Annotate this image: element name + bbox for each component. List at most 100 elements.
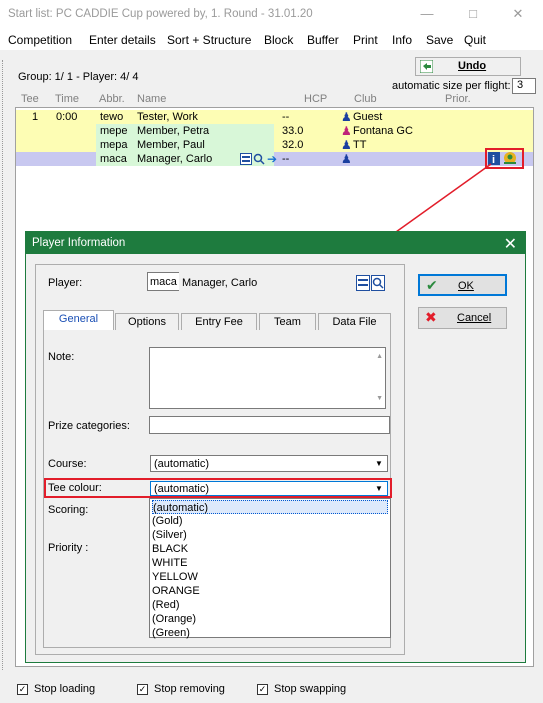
list-item[interactable]: (Green) bbox=[152, 626, 388, 639]
cell-hcp: 32.0 bbox=[282, 139, 304, 151]
player-abbr-field[interactable]: maca bbox=[147, 272, 179, 291]
tab-data-file-label: Data File bbox=[332, 316, 377, 328]
tee-colour-label: Tee colour: bbox=[48, 482, 102, 494]
course-label: Course: bbox=[48, 458, 87, 470]
list-item[interactable]: (Gold) bbox=[152, 514, 388, 528]
stop-swapping-checkbox[interactable]: ✓ bbox=[257, 684, 268, 695]
tab-team[interactable]: Team bbox=[259, 313, 316, 330]
card-search-icon[interactable] bbox=[356, 275, 386, 291]
tab-team-label: Team bbox=[274, 316, 301, 328]
tab-entry-fee-label: Entry Fee bbox=[195, 316, 243, 328]
player-abbr: maca bbox=[150, 276, 177, 288]
col-name[interactable]: Name bbox=[137, 93, 166, 105]
window-title: Start list: PC CADDIE Cup powered by, 1.… bbox=[8, 8, 313, 20]
cell-club: Guest bbox=[353, 111, 383, 123]
menu-bar: Competition Enter details Sort + Structu… bbox=[0, 30, 543, 50]
list-item[interactable]: WHITE bbox=[152, 556, 388, 570]
list-item[interactable]: YELLOW bbox=[152, 570, 388, 584]
title-bar: Start list: PC CADDIE Cup powered by, 1.… bbox=[0, 0, 543, 30]
dialog-close-icon[interactable]: ✕ bbox=[504, 234, 517, 254]
group-player-counter: Group: 1/ 1 - Player: 4/ 4 bbox=[18, 71, 139, 83]
cell-abbr: tewo bbox=[100, 111, 124, 123]
list-item[interactable]: ORANGE bbox=[152, 584, 388, 598]
stop-removing-checkbox[interactable]: ✓ bbox=[137, 684, 148, 695]
col-prior[interactable]: Prior. bbox=[445, 93, 471, 105]
dialog-title: Player Information bbox=[32, 237, 126, 249]
arrow-right-icon[interactable]: ➔ bbox=[267, 152, 277, 166]
card-search-icon[interactable] bbox=[240, 153, 266, 165]
list-item[interactable]: (Red) bbox=[152, 598, 388, 612]
splitter[interactable] bbox=[0, 60, 3, 670]
player-label: Player: bbox=[48, 277, 83, 289]
menu-save[interactable]: Save bbox=[426, 33, 453, 47]
chevron-down-icon[interactable]: ▼ bbox=[372, 482, 386, 496]
undo-button[interactable]: Undo bbox=[415, 57, 521, 76]
list-item[interactable]: (automatic) bbox=[152, 500, 388, 514]
priority-label: Priority : bbox=[48, 542, 89, 554]
undo-icon bbox=[420, 60, 433, 73]
close-button[interactable]: ✕ bbox=[508, 4, 528, 24]
stop-loading-checkbox[interactable]: ✓ bbox=[17, 684, 28, 695]
dialog-title-bar: Player Information ✕ bbox=[26, 232, 525, 254]
tab-general-label: General bbox=[58, 313, 99, 325]
tee-colour-value: (automatic) bbox=[154, 483, 210, 495]
male-icon: ♟ bbox=[341, 138, 352, 152]
list-item[interactable]: (Silver) bbox=[152, 528, 388, 542]
cell-tee: 1 bbox=[32, 111, 39, 123]
tab-options[interactable]: Options bbox=[115, 313, 179, 330]
course-value: (automatic) bbox=[154, 458, 210, 470]
auto-size-input[interactable]: 3 bbox=[512, 78, 536, 94]
course-dropdown[interactable]: (automatic) ▼ bbox=[150, 455, 388, 472]
prize-categories-field[interactable] bbox=[149, 416, 390, 434]
tee-colour-list[interactable]: (automatic) (Gold) (Silver) BLACK WHITE … bbox=[149, 498, 391, 639]
cell-name: Manager, Carlo bbox=[137, 153, 213, 165]
col-time[interactable]: Time bbox=[55, 93, 79, 105]
cell-name: Member, Petra bbox=[137, 125, 210, 137]
undo-label: Undo bbox=[458, 60, 487, 72]
menu-info[interactable]: Info bbox=[392, 33, 412, 47]
table-row[interactable]: mepa Member, Paul 32.0 ♟ TT bbox=[16, 138, 533, 152]
player-name: Manager, Carlo bbox=[182, 277, 258, 289]
menu-block[interactable]: Block bbox=[264, 33, 293, 47]
menu-buffer[interactable]: Buffer bbox=[307, 33, 339, 47]
female-icon: ♟ bbox=[341, 124, 352, 138]
menu-competition[interactable]: Competition bbox=[8, 33, 72, 47]
menu-sort-structure[interactable]: Sort + Structure bbox=[167, 33, 251, 47]
col-abbr[interactable]: Abbr. bbox=[99, 93, 125, 105]
cancel-label: Cancel bbox=[457, 312, 492, 324]
col-club[interactable]: Club bbox=[354, 93, 377, 105]
cell-abbr: maca bbox=[100, 153, 127, 165]
cancel-button[interactable]: ✖ Cancel bbox=[418, 307, 507, 329]
cell-hcp: 33.0 bbox=[282, 125, 304, 137]
check-icon: ✔ bbox=[426, 277, 438, 293]
note-field[interactable]: ▲ ▼ bbox=[149, 347, 386, 409]
cell-time: 0:00 bbox=[56, 111, 78, 123]
col-hcp[interactable]: HCP bbox=[304, 93, 327, 105]
auto-size-label: automatic size per flight: bbox=[392, 80, 511, 92]
tab-options-label: Options bbox=[128, 316, 166, 328]
table-row[interactable]: mepe Member, Petra 33.0 ♟ Fontana GC bbox=[16, 124, 533, 138]
ok-button[interactable]: ✔ OK bbox=[418, 274, 507, 296]
menu-enter-details[interactable]: Enter details bbox=[89, 33, 156, 47]
stop-loading-label: Stop loading bbox=[34, 683, 96, 695]
stop-removing-label: Stop removing bbox=[154, 683, 225, 695]
scroll-down-icon[interactable]: ▼ bbox=[376, 392, 383, 406]
list-item[interactable]: (Orange) bbox=[152, 612, 388, 626]
menu-quit[interactable]: Quit bbox=[464, 33, 486, 47]
maximize-button[interactable]: □ bbox=[463, 4, 483, 24]
menu-print[interactable]: Print bbox=[353, 33, 378, 47]
tab-data-file[interactable]: Data File bbox=[318, 313, 391, 330]
prize-categories-label: Prize categories: bbox=[48, 420, 130, 432]
col-tee[interactable]: Tee bbox=[21, 93, 39, 105]
scroll-up-icon[interactable]: ▲ bbox=[376, 350, 383, 364]
minimize-button[interactable]: — bbox=[417, 4, 437, 24]
tab-entry-fee[interactable]: Entry Fee bbox=[181, 313, 257, 330]
table-row[interactable]: 1 0:00 tewo Tester, Work -- ♟ Guest bbox=[16, 110, 533, 124]
list-item[interactable]: BLACK bbox=[152, 542, 388, 556]
male-icon: ♟ bbox=[341, 110, 352, 124]
cell-club: Fontana GC bbox=[353, 125, 413, 137]
tab-general[interactable]: General bbox=[43, 310, 114, 331]
chevron-down-icon[interactable]: ▼ bbox=[372, 457, 386, 471]
cross-icon: ✖ bbox=[425, 309, 437, 325]
tee-colour-dropdown[interactable]: (automatic) ▼ bbox=[150, 481, 388, 496]
